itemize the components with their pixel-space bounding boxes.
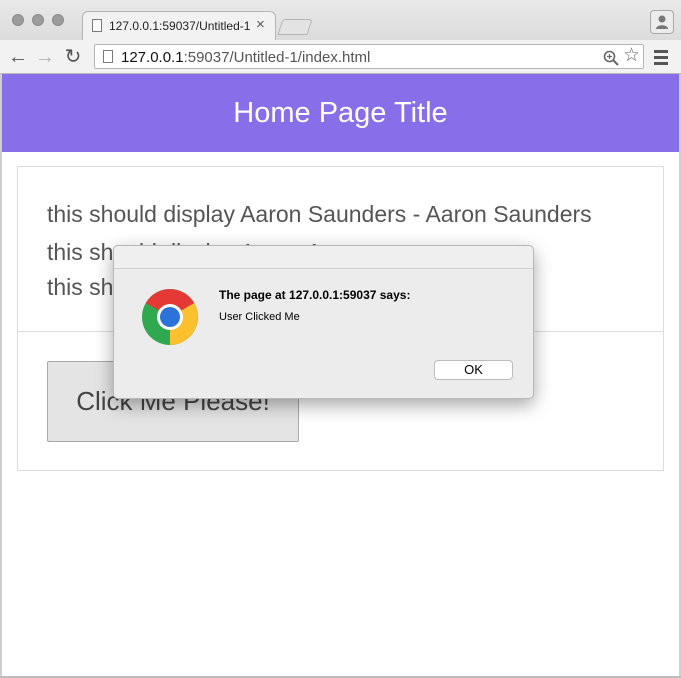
forward-arrow-icon[interactable]: → (34, 46, 56, 68)
app-header: Home Page Title (0, 74, 681, 152)
alert-dialog: The page at 127.0.0.1:59037 says: User C… (113, 245, 534, 399)
close-window-button[interactable] (12, 14, 24, 26)
zoom-window-button[interactable] (52, 14, 64, 26)
address-bar[interactable]: 127.0.0.1:59037/Untitled-1/index.html ☆ (94, 44, 644, 69)
page-title: Home Page Title (233, 97, 448, 129)
chrome-logo-icon (142, 289, 198, 345)
window-border-left (0, 74, 2, 678)
dialog-topbar (114, 246, 533, 269)
profile-button[interactable] (650, 10, 674, 34)
browser-tab[interactable]: 127.0.0.1:59037/Untitled-1 × (82, 11, 276, 40)
back-arrow-icon[interactable]: ← (7, 46, 29, 68)
browser-toolbar: ← → ↻ 127.0.0.1:59037/Untitled-1/index.h… (0, 40, 681, 74)
address-url: 127.0.0.1:59037/Untitled-1/index.html (121, 49, 371, 66)
minimize-window-button[interactable] (32, 14, 44, 26)
ok-button[interactable]: OK (434, 360, 513, 380)
close-icon[interactable]: × (256, 17, 265, 33)
display-line-1: this should display Aaron Saunders - Aar… (47, 201, 592, 227)
page-icon (92, 19, 102, 32)
reload-icon[interactable]: ↻ (62, 46, 84, 68)
tab-title: 127.0.0.1:59037/Untitled-1 (109, 19, 251, 33)
zoom-icon[interactable] (603, 50, 619, 66)
profile-icon (656, 15, 668, 29)
dialog-message: User Clicked Me (219, 311, 300, 323)
new-tab-button[interactable] (277, 19, 313, 35)
star-icon[interactable]: ☆ (623, 46, 640, 66)
dialog-heading: The page at 127.0.0.1:59037 says: (219, 288, 411, 302)
page-icon (103, 50, 113, 63)
menu-icon[interactable] (654, 50, 668, 68)
browser-titlebar: 127.0.0.1:59037/Untitled-1 × (0, 0, 681, 40)
